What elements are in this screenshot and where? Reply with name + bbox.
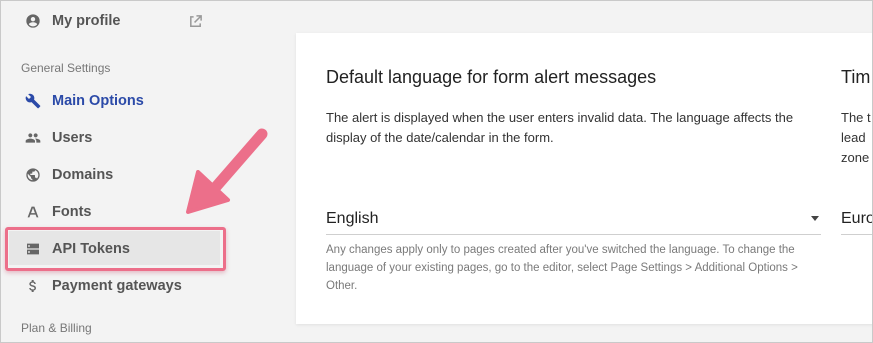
sidebar-item-payment-gateways[interactable]: Payment gateways bbox=[0, 267, 240, 304]
annotation-arrow bbox=[186, 128, 268, 214]
language-setting-title: Default language for form alert messages bbox=[326, 67, 657, 87]
language-select-value: English bbox=[326, 209, 379, 227]
font-icon bbox=[24, 203, 42, 221]
dollar-icon bbox=[24, 277, 42, 295]
language-select[interactable]: English bbox=[326, 203, 821, 235]
sidebar-item-label: Fonts bbox=[52, 203, 92, 220]
language-setting-description: The alert is displayed when the user ent… bbox=[326, 110, 794, 145]
section-label-general: General Settings bbox=[21, 61, 111, 75]
globe-icon bbox=[24, 166, 42, 184]
section-label-billing: Plan & Billing bbox=[21, 321, 92, 335]
users-icon bbox=[24, 129, 42, 147]
my-profile-label: My profile bbox=[52, 12, 121, 29]
timezone-select[interactable]: Euro bbox=[841, 203, 873, 235]
sidebar-item-main-options[interactable]: Main Options bbox=[0, 82, 240, 119]
sidebar-item-label: Domains bbox=[52, 166, 114, 183]
timezone-setting-title: Tim bbox=[841, 67, 871, 87]
sidebar-item-label: Main Options bbox=[52, 92, 144, 109]
settings-card: Default language for form alert messages… bbox=[296, 33, 873, 324]
chevron-down-icon bbox=[811, 216, 819, 221]
language-setting-hint: Any changes apply only to pages created … bbox=[326, 244, 798, 292]
api-tokens-highlight-box bbox=[5, 227, 226, 271]
sidebar-item-label: Users bbox=[52, 129, 93, 146]
my-profile-link[interactable]: My profile bbox=[0, 2, 240, 39]
open-external-icon[interactable] bbox=[188, 14, 204, 30]
account-circle-icon bbox=[24, 12, 42, 30]
timezone-setting-description: The t lead zone bbox=[841, 110, 871, 165]
timezone-setting-column: Tim The t lead zone Euro bbox=[841, 33, 873, 324]
wrench-icon bbox=[24, 92, 42, 110]
sidebar-item-label: Payment gateways bbox=[52, 277, 182, 294]
